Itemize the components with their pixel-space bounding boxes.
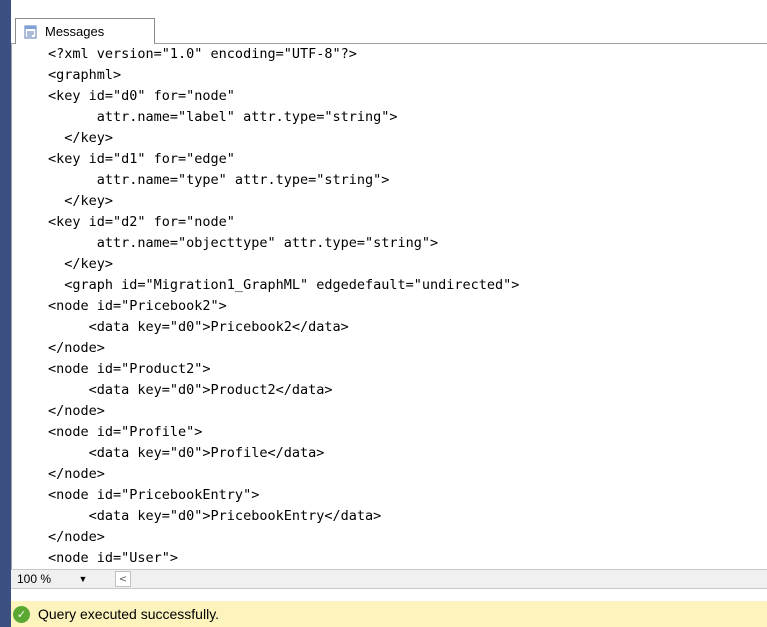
chevron-down-icon[interactable]: ▼ <box>77 570 89 588</box>
messages-window: Messages <?xml version="1.0" encoding="U… <box>0 0 767 627</box>
code-line: </node> <box>48 466 105 482</box>
tab-messages[interactable]: Messages <box>15 18 155 44</box>
code-line: <node id="Pricebook2"> <box>48 298 227 314</box>
code-line: <node id="Profile"> <box>48 424 203 440</box>
scroll-left-button[interactable]: < <box>115 571 131 587</box>
code-line: </node> <box>48 529 105 545</box>
tab-messages-label: Messages <box>45 24 105 39</box>
code-line: <data key="d0">Pricebook2</data> <box>48 319 349 335</box>
code-line: <graph id="Migration1_GraphML" edgedefau… <box>48 277 520 293</box>
bottom-bar: 100 % ▼ < <box>11 569 767 589</box>
code-line: <data key="d0">Profile</data> <box>48 445 325 461</box>
status-bar: ✓ Query executed successfully. <box>11 601 767 627</box>
code-line: <key id="d0" for="node" <box>48 88 235 104</box>
code-line: attr.name="type" attr.type="string"> <box>48 172 390 188</box>
code-line: <node id="PricebookEntry"> <box>48 487 260 503</box>
code-line: <?xml version="1.0" encoding="UTF-8"?> <box>48 46 357 62</box>
code-line: </key> <box>48 130 114 146</box>
code-line: attr.name="objecttype" attr.type="string… <box>48 235 439 251</box>
code-line: </node> <box>48 340 105 356</box>
code-line: </node> <box>48 403 105 419</box>
code-line: <data key="d0">PricebookEntry</data> <box>48 508 382 524</box>
code-line: <node id="Product2"> <box>48 361 211 377</box>
code-line: </key> <box>48 193 114 209</box>
message-output: <?xml version="1.0" encoding="UTF-8"?> <g… <box>48 44 519 569</box>
code-line: <key id="d2" for="node" <box>48 214 235 230</box>
left-border <box>0 0 11 627</box>
messages-pane[interactable]: <?xml version="1.0" encoding="UTF-8"?> <g… <box>11 44 767 569</box>
code-line: <data key="d0">Product2</data> <box>48 382 333 398</box>
zoom-value: 100 % <box>17 572 52 586</box>
zoom-control[interactable]: 100 % ▼ <box>11 570 111 588</box>
code-line: </key> <box>48 256 114 272</box>
success-check-icon: ✓ <box>13 605 30 623</box>
code-line: <key id="d1" for="edge" <box>48 151 235 167</box>
code-line: <node id="User"> <box>48 550 179 566</box>
tab-bar: Messages <box>11 0 767 44</box>
code-line: attr.name="label" attr.type="string"> <box>48 109 398 125</box>
status-text: Query executed successfully. <box>38 606 220 622</box>
code-line: <graphml> <box>48 67 122 83</box>
spacer <box>11 589 767 601</box>
messages-icon <box>24 24 39 39</box>
